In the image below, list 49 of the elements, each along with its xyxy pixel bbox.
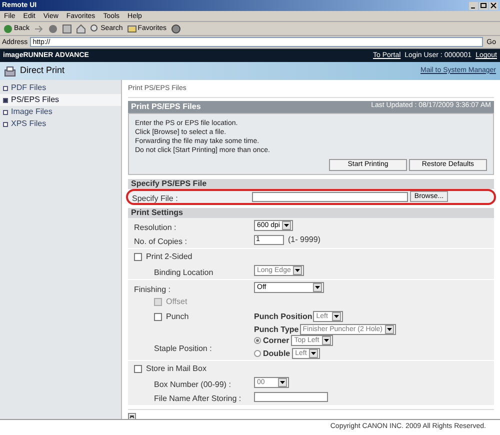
sidebar-item[interactable]: Image Files xyxy=(0,106,121,118)
file-path-field[interactable] xyxy=(252,192,408,202)
field-label: Print 2-Sided xyxy=(146,250,192,262)
close-icon[interactable] xyxy=(489,2,498,10)
dropdown-arrow-icon xyxy=(282,221,291,230)
stop-icon[interactable] xyxy=(48,24,58,34)
radio-button[interactable] xyxy=(254,350,261,357)
home-icon[interactable] xyxy=(76,24,86,34)
field-label: Specify File : xyxy=(132,194,178,202)
field-label: Offset xyxy=(166,296,188,308)
dropdown-arrow-icon xyxy=(322,336,332,345)
dropdown-arrow-icon xyxy=(384,325,394,334)
field-label: Punch Type xyxy=(254,324,299,336)
checkbox[interactable] xyxy=(134,252,142,260)
field-label: No. of Copies : xyxy=(134,236,187,246)
field-label: Box Number (00-99) : xyxy=(154,380,231,388)
sidebar-item[interactable]: PS/EPS Files xyxy=(0,94,121,106)
field-label: (1- 9999) xyxy=(288,234,320,246)
field-label: Double xyxy=(263,348,290,360)
field-label: Staple Position : xyxy=(154,344,212,352)
printer-icon xyxy=(4,66,16,76)
radio-button[interactable] xyxy=(254,337,261,344)
forward-arrow-icon[interactable] xyxy=(34,24,44,34)
section-title: Specify PS/EPS File xyxy=(131,178,207,190)
field-label: Store in Mail Box xyxy=(146,362,206,374)
checkbox[interactable] xyxy=(134,364,142,372)
field-label: Punch Position xyxy=(254,310,312,322)
sidebar-item[interactable]: XPS Files xyxy=(0,118,121,130)
section-title: Print Settings xyxy=(131,206,184,218)
dropdown-arrow-icon xyxy=(292,266,302,275)
minimize-icon[interactable] xyxy=(469,2,478,10)
field-label: Corner xyxy=(263,334,290,346)
file-name-field[interactable] xyxy=(254,392,328,402)
folder-icon xyxy=(126,24,137,34)
field-label: Finishing : xyxy=(134,284,170,294)
dropdown-arrow-icon xyxy=(278,378,287,387)
page-heading: Direct Print xyxy=(20,64,65,78)
field-label: Resolution : xyxy=(134,222,176,232)
field-label: File Name After Storing : xyxy=(154,394,242,402)
panel-title: Print PS/EPS Files xyxy=(131,100,201,112)
search-icon xyxy=(90,24,100,34)
dropdown-arrow-icon xyxy=(309,349,318,358)
field-label: Binding Location xyxy=(154,268,214,276)
maximize-icon[interactable] xyxy=(479,2,488,10)
checkbox[interactable] xyxy=(154,312,162,320)
sidebar-item[interactable]: PDF Files xyxy=(0,82,121,94)
field-label: Punch xyxy=(166,310,189,322)
dropdown-arrow-icon xyxy=(332,312,342,321)
dropdown-arrow-icon xyxy=(313,283,322,292)
